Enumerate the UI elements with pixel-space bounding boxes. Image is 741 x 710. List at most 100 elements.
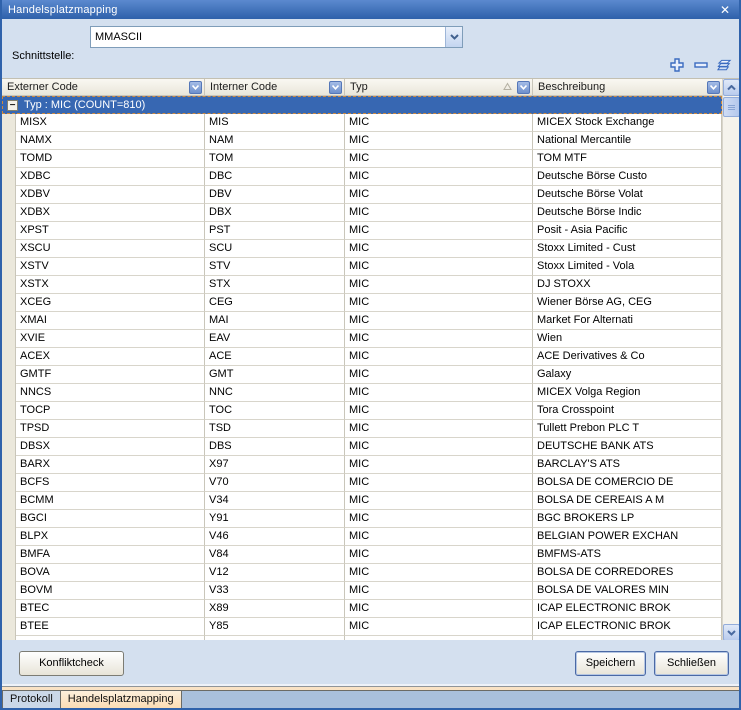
table-cell-externer-code[interactable]: BTEC [16, 600, 205, 618]
table-cell-typ[interactable]: MIC [345, 114, 533, 132]
schnittstelle-combobox[interactable]: MMASCII [90, 26, 463, 48]
konfliktcheck-button[interactable]: Konfliktcheck [19, 651, 124, 676]
table-cell-interner-code[interactable]: STX [205, 276, 345, 294]
table-row[interactable]: XDBV DBV MIC Deutsche Börse Volat [2, 186, 722, 204]
table-cell-interner-code[interactable]: EAV [205, 330, 345, 348]
table-cell-beschreibung[interactable]: Posit - Asia Pacific [533, 222, 722, 240]
table-cell-externer-code[interactable]: BARX [16, 456, 205, 474]
table-cell-externer-code[interactable]: TOCP [16, 402, 205, 420]
table-cell-externer-code[interactable]: XVIE [16, 330, 205, 348]
table-cell-externer-code[interactable]: XMAI [16, 312, 205, 330]
table-cell-beschreibung[interactable]: ICAP ELECTRONIC BROK [533, 618, 722, 636]
table-cell-interner-code[interactable]: DBX [205, 204, 345, 222]
table-cell-typ[interactable]: MIC [345, 528, 533, 546]
table-cell-externer-code[interactable]: NAMX [16, 132, 205, 150]
table-cell-interner-code[interactable]: ACE [205, 348, 345, 366]
table-cell-externer-code[interactable]: XDBV [16, 186, 205, 204]
table-cell-typ[interactable]: MIC [345, 420, 533, 438]
column-header-typ[interactable]: Typ [345, 79, 533, 95]
speichern-button[interactable]: Speichern [575, 651, 646, 676]
filter-chevron-icon[interactable] [189, 81, 202, 94]
add-row-icon[interactable] [669, 58, 684, 73]
table-cell-typ[interactable]: MIC [345, 258, 533, 276]
table-cell-externer-code[interactable]: GMTF [16, 366, 205, 384]
table-cell-beschreibung[interactable]: BGC BROKERS LP [533, 510, 722, 528]
table-cell-beschreibung[interactable]: Tora Crosspoint [533, 402, 722, 420]
table-cell-typ[interactable]: MIC [345, 204, 533, 222]
table-row[interactable]: XPST PST MIC Posit - Asia Pacific [2, 222, 722, 240]
group-header-row[interactable]: − Typ : MIC (COUNT=810) [2, 96, 722, 114]
table-row[interactable]: BMFA V84 MIC BMFMS-ATS [2, 546, 722, 564]
table-cell-externer-code[interactable]: BCFS [16, 474, 205, 492]
table-cell-externer-code[interactable]: MISX [16, 114, 205, 132]
table-row[interactable]: GMTF GMT MIC Galaxy [2, 366, 722, 384]
table-cell-beschreibung[interactable]: Stoxx Limited - Vola [533, 258, 722, 276]
table-cell-typ[interactable]: MIC [345, 294, 533, 312]
table-cell-externer-code[interactable]: XCEG [16, 294, 205, 312]
table-cell-beschreibung[interactable]: Tullett Prebon PLC T [533, 420, 722, 438]
table-cell-typ[interactable]: MIC [345, 474, 533, 492]
table-cell-beschreibung[interactable]: BMFMS-ATS [533, 546, 722, 564]
table-cell-interner-code[interactable]: NNC [205, 384, 345, 402]
table-cell-beschreibung[interactable]: Stoxx Limited - Cust [533, 240, 722, 258]
table-cell-beschreibung[interactable]: Wiener Börse AG, CEG [533, 294, 722, 312]
table-cell-externer-code[interactable]: DBSX [16, 438, 205, 456]
table-cell-typ[interactable]: MIC [345, 438, 533, 456]
scrollbar-thumb[interactable] [723, 97, 740, 117]
scroll-down-icon[interactable] [723, 624, 740, 641]
table-cell-interner-code[interactable]: MIS [205, 114, 345, 132]
table-cell-interner-code[interactable]: STV [205, 258, 345, 276]
table-cell-interner-code[interactable]: MAI [205, 312, 345, 330]
table-cell-beschreibung[interactable]: BARCLAY'S ATS [533, 456, 722, 474]
table-cell-beschreibung[interactable]: Galaxy [533, 366, 722, 384]
table-cell-beschreibung[interactable]: BELGIAN POWER EXCHAN [533, 528, 722, 546]
vertical-scrollbar[interactable] [722, 79, 739, 641]
table-cell-interner-code[interactable]: X89 [205, 600, 345, 618]
table-cell-externer-code[interactable]: BCMM [16, 492, 205, 510]
table-cell-beschreibung[interactable]: ICAP ELECTRONIC BROK [533, 600, 722, 618]
table-cell-externer-code[interactable]: XDBC [16, 168, 205, 186]
table-cell-externer-code[interactable]: XPST [16, 222, 205, 240]
table-cell-beschreibung[interactable]: Deutsche Börse Custo [533, 168, 722, 186]
table-row[interactable]: TPSD TSD MIC Tullett Prebon PLC T [2, 420, 722, 438]
table-cell-beschreibung[interactable]: TOM MTF [533, 150, 722, 168]
table-cell-externer-code[interactable]: BLPX [16, 528, 205, 546]
table-cell-interner-code[interactable]: PST [205, 222, 345, 240]
table-row[interactable]: BCFS V70 MIC BOLSA DE COMERCIO DE [2, 474, 722, 492]
table-cell-interner-code[interactable]: Y91 [205, 510, 345, 528]
table-cell-beschreibung[interactable]: MICEX Volga Region [533, 384, 722, 402]
table-cell-typ[interactable]: MIC [345, 132, 533, 150]
table-row[interactable]: XDBC DBC MIC Deutsche Börse Custo [2, 168, 722, 186]
table-cell-typ[interactable]: MIC [345, 366, 533, 384]
table-cell-externer-code[interactable]: TPSD [16, 420, 205, 438]
table-cell-typ[interactable]: MIC [345, 456, 533, 474]
table-cell-externer-code[interactable]: BTEE [16, 618, 205, 636]
table-row[interactable]: BOVM V33 MIC BOLSA DE VALORES MIN [2, 582, 722, 600]
filter-chevron-icon[interactable] [329, 81, 342, 94]
filter-chevron-icon[interactable] [517, 81, 530, 94]
table-cell-externer-code[interactable]: ACEX [16, 348, 205, 366]
table-row[interactable]: BOVA V12 MIC BOLSA DE CORREDORES [2, 564, 722, 582]
table-row[interactable]: XVIE EAV MIC Wien [2, 330, 722, 348]
table-cell-typ[interactable]: MIC [345, 312, 533, 330]
table-cell-interner-code[interactable]: TOM [205, 150, 345, 168]
table-cell-beschreibung[interactable]: BOLSA DE CEREAIS A M [533, 492, 722, 510]
table-cell-typ[interactable]: MIC [345, 276, 533, 294]
tab-handelsplatzmapping[interactable]: Handelsplatzmapping [61, 691, 182, 708]
table-cell-externer-code[interactable]: BMFA [16, 546, 205, 564]
table-cell-externer-code[interactable]: TOMD [16, 150, 205, 168]
table-cell-beschreibung[interactable]: National Mercantile [533, 132, 722, 150]
table-cell-interner-code[interactable]: NAM [205, 132, 345, 150]
collapse-group-icon[interactable]: − [7, 100, 18, 111]
table-cell-typ[interactable]: MIC [345, 150, 533, 168]
table-row[interactable]: NAMX NAM MIC National Mercantile [2, 132, 722, 150]
table-cell-interner-code[interactable]: V70 [205, 474, 345, 492]
table-cell-typ[interactable]: MIC [345, 384, 533, 402]
table-row[interactable]: BGCI Y91 MIC BGC BROKERS LP [2, 510, 722, 528]
table-cell-interner-code[interactable]: Y85 [205, 618, 345, 636]
table-row[interactable]: DBSX DBS MIC DEUTSCHE BANK ATS [2, 438, 722, 456]
table-cell-typ[interactable]: MIC [345, 582, 533, 600]
table-row[interactable]: BLPX V46 MIC BELGIAN POWER EXCHAN [2, 528, 722, 546]
table-cell-beschreibung[interactable]: ACE Derivatives & Co [533, 348, 722, 366]
remove-row-icon[interactable] [693, 58, 708, 73]
